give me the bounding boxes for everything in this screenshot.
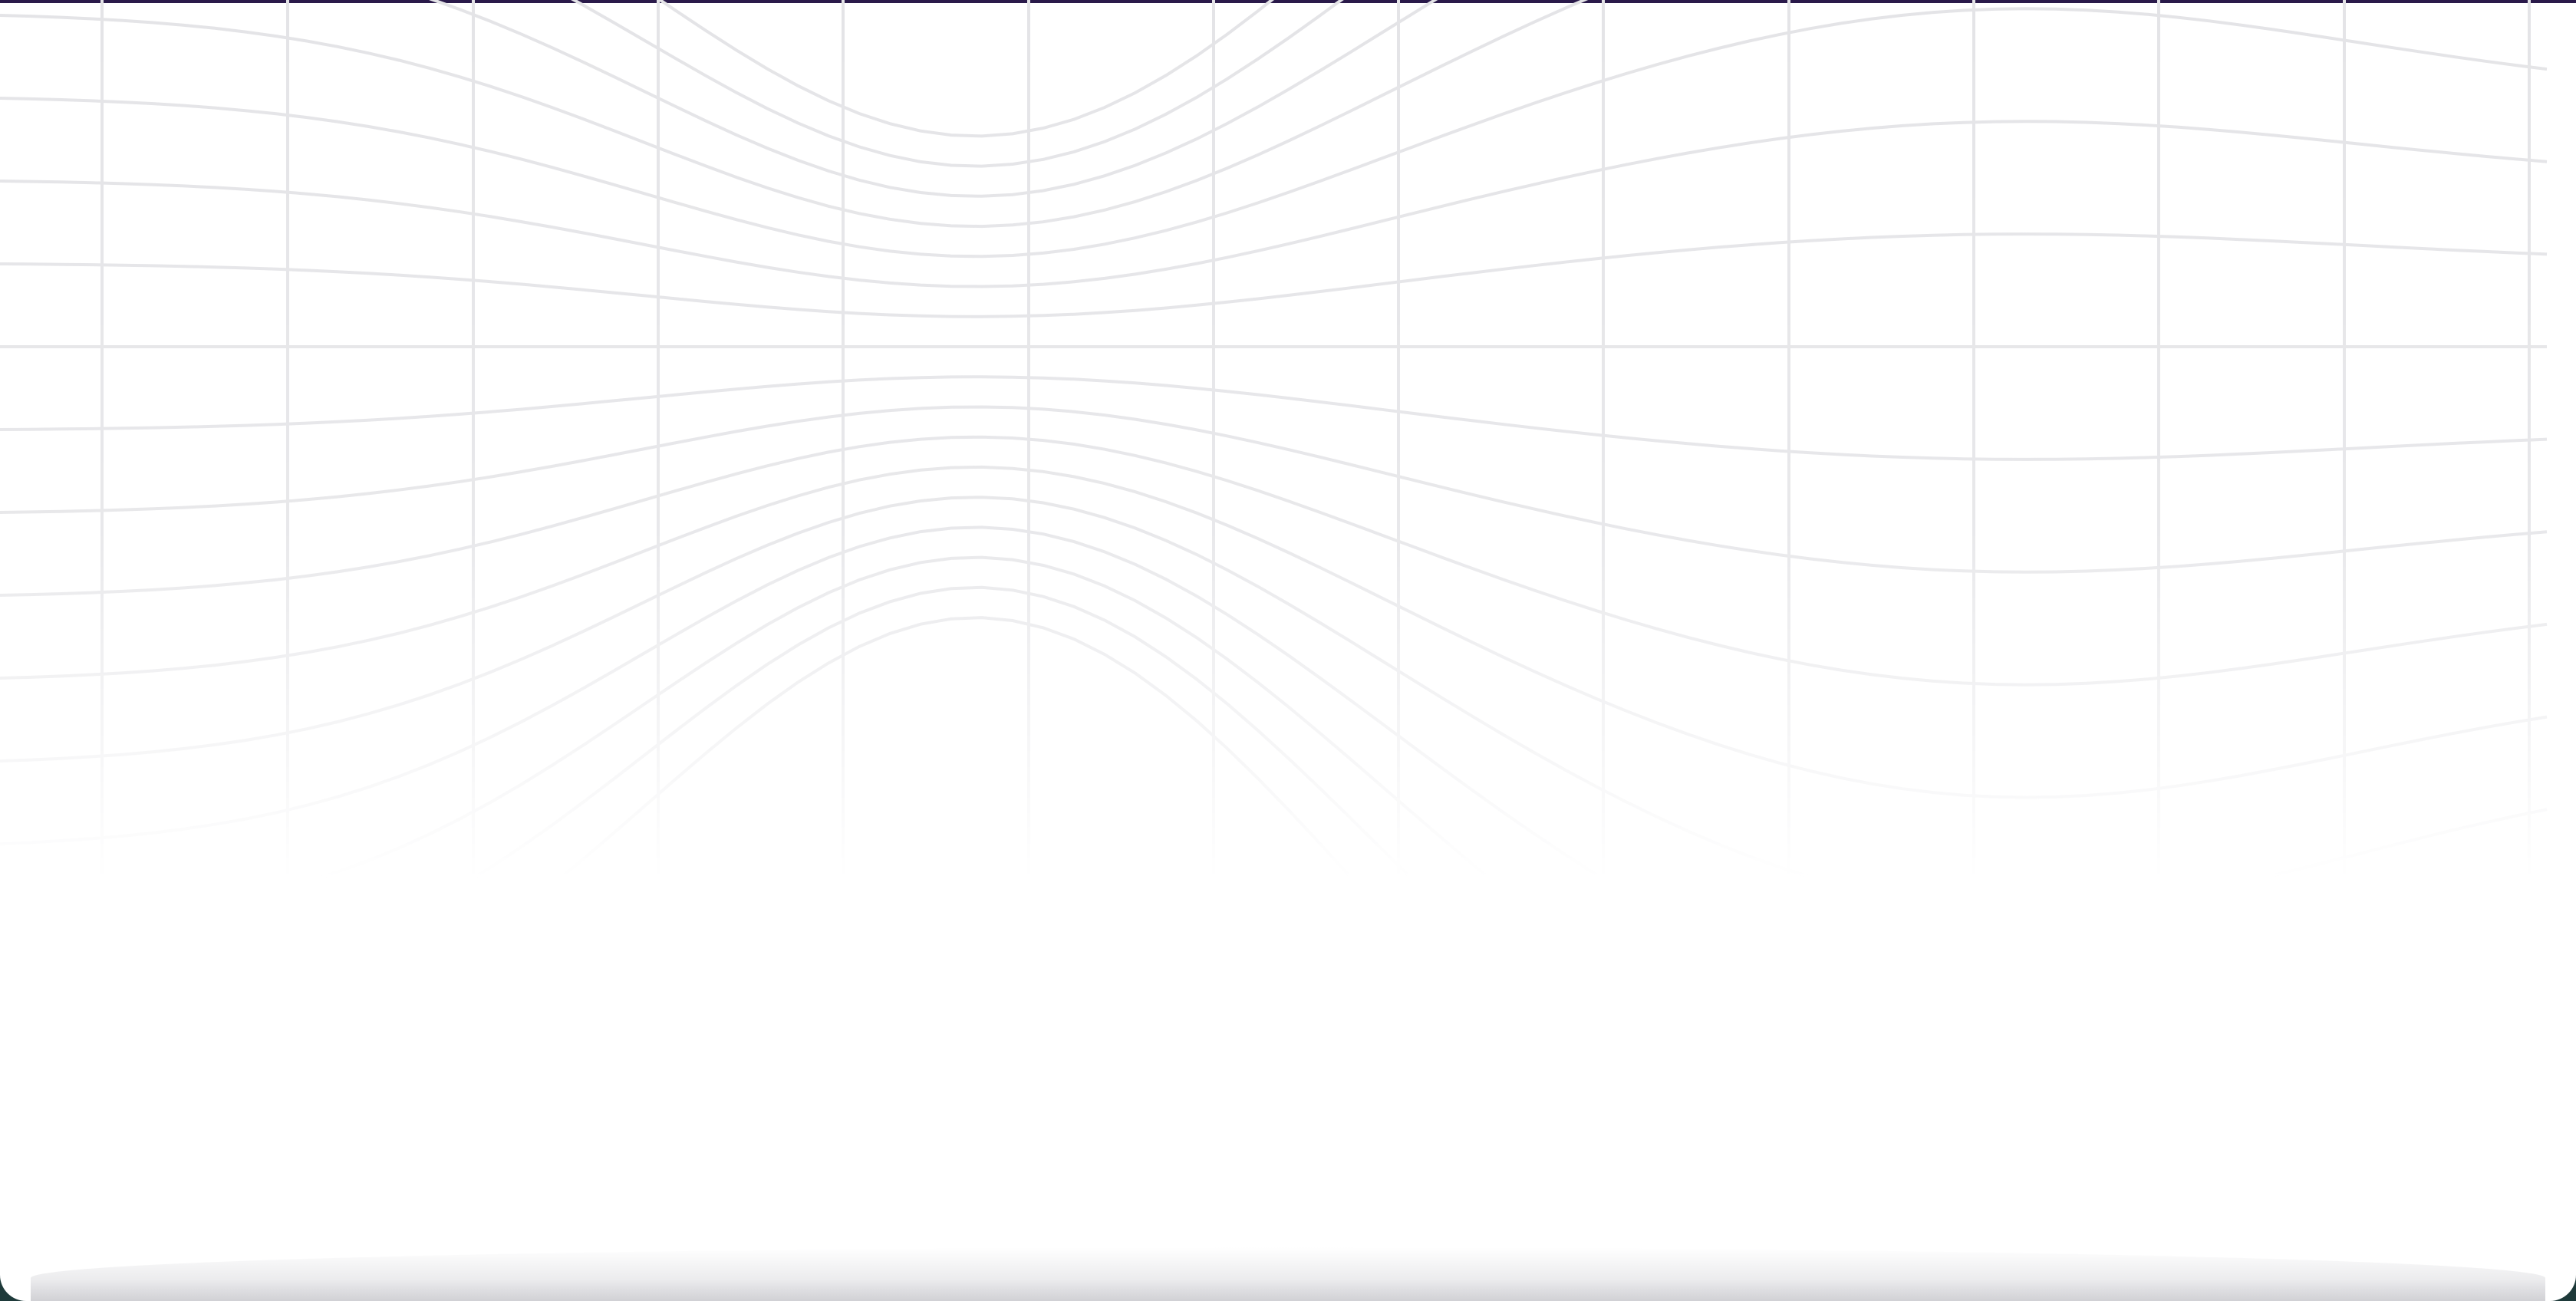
grid-horizontal-curve	[657, 0, 1274, 138]
grid-horizontal-curve	[0, 465, 2548, 799]
grid-horizontal-curve	[0, 0, 1589, 229]
screen	[0, 0, 2576, 1301]
window-bottom-shadow	[31, 1247, 2545, 1301]
grid-horizontal-curve	[463, 585, 1418, 882]
grid-horizontal-curve	[0, 435, 2548, 687]
grid-horizontal-curve	[429, 0, 1438, 198]
grid-horizontal-curve	[0, 496, 2548, 882]
grid-horizontal-curve	[299, 555, 1497, 882]
background-grid-pattern	[0, 0, 2576, 882]
warped-grid-graphic	[0, 0, 2548, 882]
grid-horizontal-curve	[0, 7, 2548, 259]
grid-horizontal-curve	[571, 0, 1344, 168]
grid-horizontal-curve	[552, 616, 1358, 882]
grid-horizontal-curve	[0, 525, 1612, 882]
app-window	[0, 0, 2576, 1301]
